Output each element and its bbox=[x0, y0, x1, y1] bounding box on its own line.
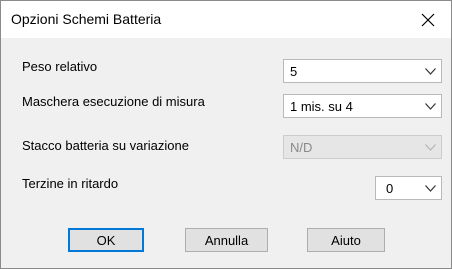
aiuto-button[interactable]: Aiuto bbox=[307, 228, 385, 252]
ok-button[interactable]: OK bbox=[68, 228, 144, 252]
window-title: Opzioni Schemi Batteria bbox=[11, 11, 162, 27]
peso-relativo-select[interactable]: 5 bbox=[283, 59, 442, 83]
chevron-down-icon bbox=[419, 60, 441, 82]
terzine-label: Terzine in ritardo bbox=[22, 176, 119, 191]
close-icon bbox=[421, 13, 435, 26]
terzine-select[interactable]: 0 bbox=[375, 176, 442, 200]
title-bar: Opzioni Schemi Batteria bbox=[1, 1, 451, 38]
maschera-select[interactable]: 1 mis. su 4 bbox=[283, 94, 442, 118]
terzine-value: 0 bbox=[386, 180, 394, 196]
dialog-opzioni-schemi-batteria: Opzioni Schemi Batteria Peso relativo 5 … bbox=[0, 0, 452, 269]
stacco-label: Stacco batteria su variazione bbox=[22, 138, 189, 153]
peso-relativo-value: 5 bbox=[290, 63, 298, 79]
annulla-button[interactable]: Annulla bbox=[185, 228, 268, 252]
stacco-select: N/D bbox=[283, 135, 442, 159]
close-button[interactable] bbox=[405, 1, 451, 38]
chevron-down-icon bbox=[419, 95, 441, 117]
maschera-value: 1 mis. su 4 bbox=[290, 98, 353, 114]
stacco-value: N/D bbox=[290, 139, 313, 155]
peso-relativo-label: Peso relativo bbox=[22, 59, 98, 74]
maschera-label: Maschera esecuzione di misura bbox=[22, 94, 205, 109]
chevron-down-icon bbox=[419, 177, 441, 199]
chevron-down-icon bbox=[419, 136, 441, 158]
